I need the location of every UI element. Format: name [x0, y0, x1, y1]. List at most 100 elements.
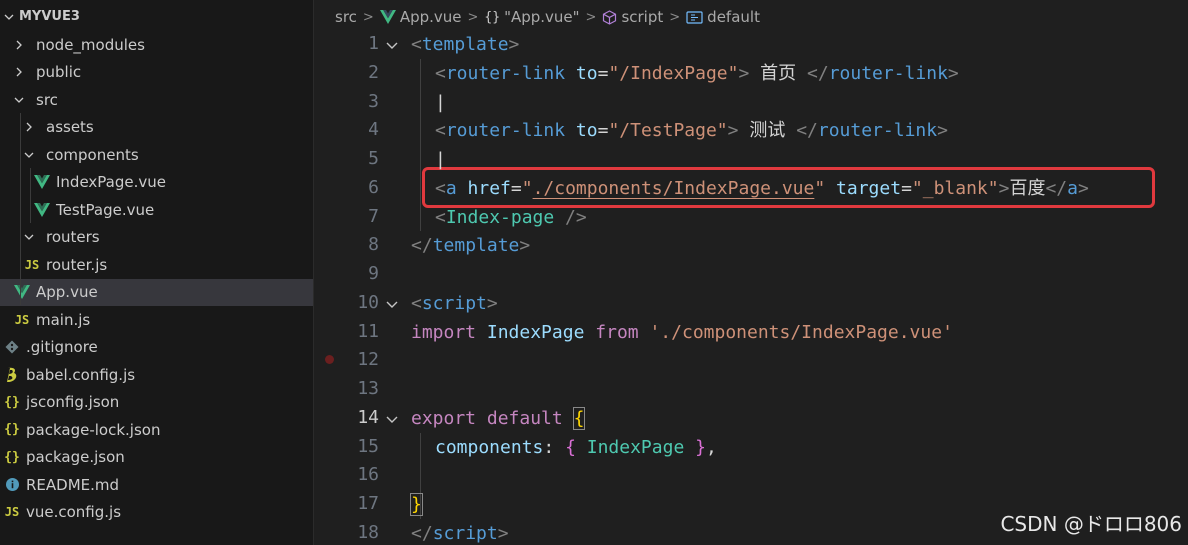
- chevron-right-icon: [14, 67, 24, 77]
- json-file-icon: {}: [4, 422, 20, 437]
- code-line-3[interactable]: |: [435, 88, 446, 117]
- explorer-item-src[interactable]: src: [0, 86, 313, 113]
- line-number: 6: [368, 176, 379, 198]
- explorer-item-label: routers: [46, 228, 100, 246]
- code-line-1[interactable]: <template>: [411, 30, 519, 59]
- line-number: 14: [357, 406, 379, 428]
- vue-icon: [34, 202, 50, 218]
- code-line-14[interactable]: export default {: [411, 404, 586, 433]
- explorer-item-main-js[interactable]: JS main.js: [0, 306, 313, 333]
- explorer-item-gitignore[interactable]: .gitignore: [0, 334, 313, 361]
- code-line-10[interactable]: <script>: [411, 289, 498, 318]
- explorer-root-folder[interactable]: MYVUE3: [0, 3, 313, 30]
- explorer-item-testpage-vue[interactable]: TestPage.vue: [0, 196, 313, 223]
- chevron-right-icon: [14, 40, 24, 50]
- breadcrumb-separator: >: [362, 9, 374, 25]
- explorer-item-label: jsconfig.json: [26, 393, 120, 411]
- explorer-item-label: IndexPage.vue: [56, 173, 166, 191]
- line-number: 5: [368, 148, 379, 169]
- code-line-6[interactable]: <a href="./components/IndexPage.vue" tar…: [435, 174, 1089, 203]
- explorer-item-assets[interactable]: assets: [0, 114, 313, 141]
- line-number: 17: [357, 493, 379, 514]
- cube-icon: [602, 9, 617, 25]
- code-line-5[interactable]: |: [435, 145, 446, 174]
- line-number: 3: [368, 90, 379, 112]
- explorer-item-app-vue[interactable]: App.vue: [0, 278, 313, 306]
- js-file-icon: JS: [4, 505, 20, 519]
- explorer-item-vue-config-js[interactable]: JS vue.config.js: [0, 499, 313, 526]
- code-editor[interactable]: src > App.vue > {} "App.vue" > script > …: [315, 0, 1188, 545]
- explorer-item-label: vue.config.js: [26, 503, 122, 521]
- code-line-17[interactable]: }: [410, 490, 423, 519]
- line-number: 18: [357, 521, 379, 543]
- explorer-item-jsconfig-json[interactable]: {} jsconfig.json: [0, 389, 313, 416]
- code-line-18[interactable]: </script>: [411, 519, 509, 545]
- tree-indent-guide: [20, 113, 21, 305]
- explorer-item-package-lock-json[interactable]: {} package-lock.json: [0, 416, 313, 443]
- code-line-2[interactable]: <router-link to="/IndexPage"> 首页 </route…: [435, 59, 959, 88]
- explorer-item-label: src: [36, 90, 58, 109]
- variable-icon: [686, 10, 703, 24]
- explorer-item-label: README.md: [26, 475, 120, 494]
- line-number: 10: [357, 291, 379, 313]
- breadcrumb-item-script[interactable]: script: [602, 8, 663, 26]
- line-number: 16: [357, 464, 379, 486]
- breadcrumb-item-file[interactable]: App.vue: [379, 8, 462, 26]
- explorer-item-babel-config-js[interactable]: babel.config.js: [0, 361, 313, 388]
- line-number: 11: [357, 320, 379, 342]
- code-line-15[interactable]: components: { IndexPage },: [435, 433, 717, 462]
- explorer-item-routers[interactable]: routers: [0, 224, 313, 251]
- breadcrumb-item-src[interactable]: src: [335, 8, 357, 26]
- breadcrumb-item-default[interactable]: default: [686, 8, 760, 26]
- fold-chevron-icon[interactable]: [385, 297, 401, 313]
- line-number: 13: [357, 378, 379, 399]
- chevron-right-icon: [24, 122, 34, 132]
- line-number: 9: [368, 263, 379, 284]
- info-icon: [4, 477, 20, 493]
- code-line-7[interactable]: <Index-page />: [435, 203, 587, 232]
- explorer-item-label: package-lock.json: [26, 420, 161, 439]
- git-icon: [4, 339, 20, 355]
- explorer-item-label: node_modules: [36, 35, 145, 54]
- tree-indent-guide: [30, 168, 31, 223]
- json-file-icon: {}: [4, 449, 20, 465]
- line-number: 12: [357, 349, 379, 371]
- explorer-item-label: assets: [46, 118, 94, 136]
- vue-icon: [14, 284, 30, 300]
- explorer-item-label: public: [36, 63, 82, 81]
- explorer-root-label: MYVUE3: [19, 9, 80, 24]
- line-number: 8: [368, 234, 379, 256]
- line-number: 1: [368, 33, 379, 54]
- explorer-item-indexpage-vue[interactable]: IndexPage.vue: [0, 169, 313, 196]
- breadcrumb-separator: >: [585, 9, 597, 25]
- explorer-item-node-modules[interactable]: node_modules: [0, 31, 313, 58]
- vue-icon: [34, 174, 50, 190]
- explorer-item-router-js[interactable]: JS router.js: [0, 251, 313, 278]
- line-number: 2: [368, 61, 379, 83]
- breadcrumb: src > App.vue > {} "App.vue" > script > …: [315, 0, 1188, 34]
- explorer-item-components[interactable]: components: [0, 141, 313, 168]
- breadcrumb-item-module[interactable]: {} "App.vue": [484, 8, 579, 26]
- csdn-credit: CSDN @ドロロ806: [1000, 512, 1182, 536]
- code-line-11[interactable]: import IndexPage from './components/Inde…: [411, 318, 953, 347]
- line-number: 4: [368, 119, 379, 141]
- line-number: 7: [368, 205, 379, 227]
- js-file-icon: JS: [24, 257, 40, 272]
- explorer-item-package-json[interactable]: {} package.json: [0, 444, 313, 471]
- breadcrumb-separator: >: [467, 9, 479, 25]
- fold-chevron-icon[interactable]: [385, 38, 401, 54]
- chevron-down-icon: [24, 150, 34, 160]
- braces-icon: {}: [484, 9, 501, 25]
- json-file-icon: {}: [4, 394, 20, 410]
- explorer-item-label: babel.config.js: [26, 365, 136, 384]
- code-line-4[interactable]: <router-link to="/TestPage"> 测试 </router…: [435, 116, 948, 145]
- explorer-item-label: .gitignore: [26, 338, 98, 356]
- js-file-icon: JS: [14, 312, 30, 327]
- explorer-item-public[interactable]: public: [0, 59, 313, 86]
- fold-chevron-icon[interactable]: [385, 412, 401, 428]
- explorer-item-label: router.js: [46, 255, 108, 274]
- code-line-8[interactable]: </template>: [411, 231, 530, 260]
- explorer-sidebar: MYVUE3 node_modulespublic src assets compon…: [0, 0, 314, 545]
- explorer-item-label: components: [46, 145, 139, 164]
- explorer-item-readme-md[interactable]: README.md: [0, 471, 313, 498]
